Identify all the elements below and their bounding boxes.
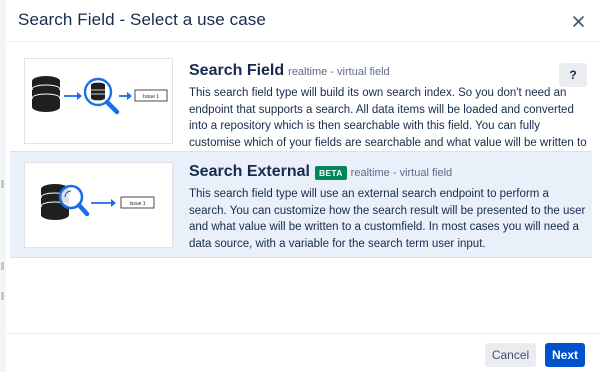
database-search-icon <box>40 184 90 220</box>
issue-label: Issue 1 <box>129 201 145 207</box>
search-field-illustration: Issue 1 <box>24 58 173 144</box>
dialog-title: Search Field - Select a use case <box>18 10 266 29</box>
option-header: Search External BETA realtime - virtual … <box>189 163 452 181</box>
backdrop-mark <box>1 180 4 188</box>
option-search-external[interactable]: Issue 1 Search External BETA realtime - … <box>10 152 592 258</box>
search-field-diagram: Issue 1 <box>31 76 168 115</box>
option-subtitle: realtime - virtual field <box>350 167 453 179</box>
arrow-right-icon <box>91 199 116 207</box>
dialog-footer: Cancel Next <box>6 333 600 372</box>
next-button[interactable]: Next <box>545 343 585 367</box>
option-search-field[interactable]: Issue 1 Search Field realtime - virtual … <box>10 50 592 165</box>
search-index-icon <box>83 77 120 115</box>
use-case-dialog: Search Field - Select a use case Issue 1… <box>6 0 600 372</box>
close-icon <box>572 15 584 27</box>
issue-label: Issue 1 <box>143 94 159 100</box>
option-subtitle: realtime - virtual field <box>288 66 390 78</box>
dialog-header: Search Field - Select a use case <box>6 0 600 42</box>
cancel-button[interactable]: Cancel <box>485 343 536 367</box>
database-icon <box>31 76 61 112</box>
backdrop-mark <box>1 292 4 300</box>
help-button[interactable]: ? <box>559 63 587 87</box>
beta-badge: BETA <box>314 165 347 180</box>
arrow-right-icon <box>119 92 132 100</box>
option-header: Search Field realtime - virtual field <box>189 62 390 80</box>
option-name: Search External <box>189 163 310 180</box>
option-name: Search Field <box>189 62 285 79</box>
use-case-list: Issue 1 Search Field realtime - virtual … <box>10 50 592 258</box>
option-description: This search field type will use an exter… <box>189 188 586 250</box>
search-external-diagram: Issue 1 <box>40 184 155 220</box>
arrow-right-icon <box>64 92 82 100</box>
close-button[interactable] <box>567 10 589 32</box>
backdrop-mark <box>1 262 4 270</box>
search-external-illustration: Issue 1 <box>24 162 173 248</box>
